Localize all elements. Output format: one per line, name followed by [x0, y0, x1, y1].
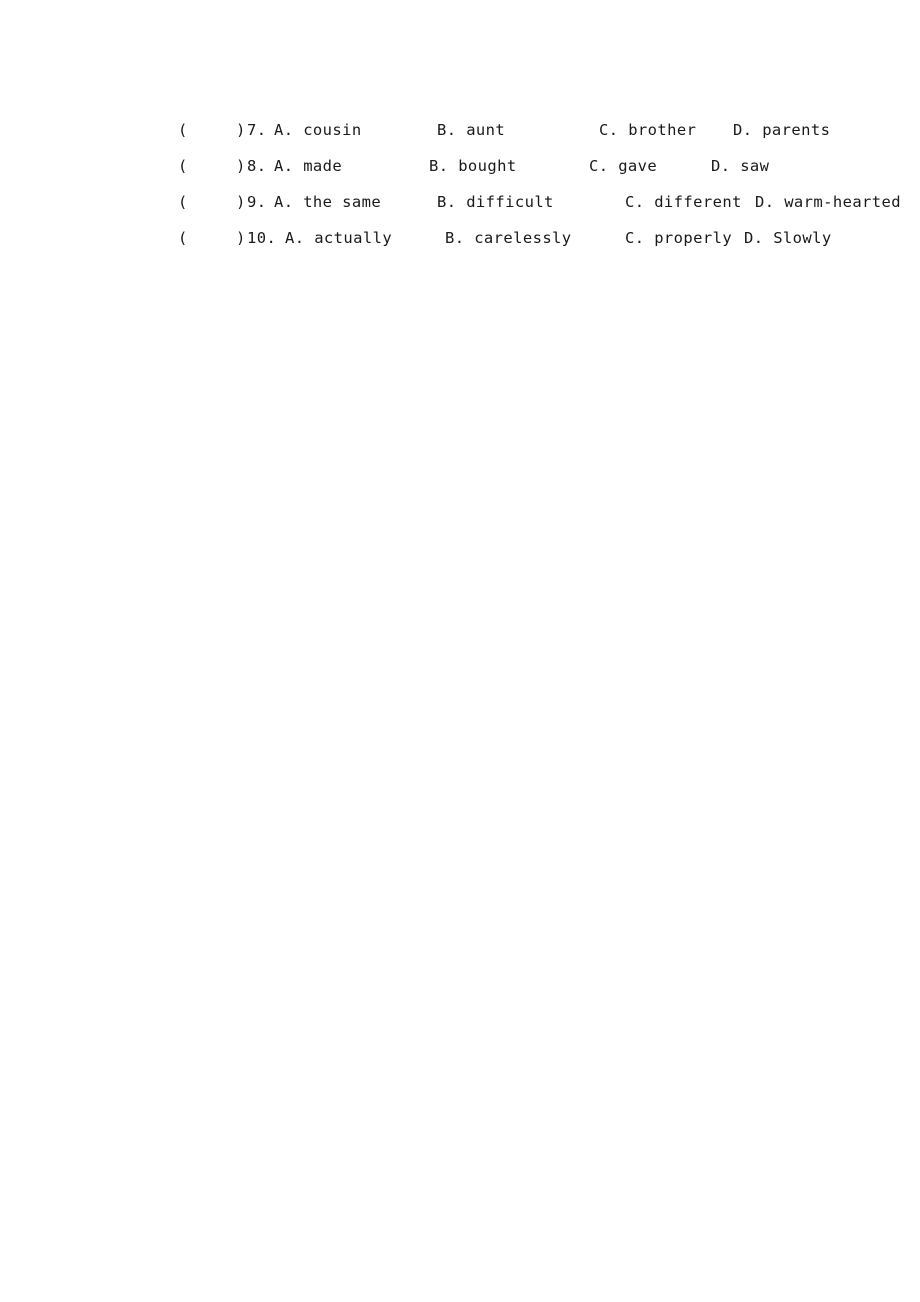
option-c[interactable]: C. brother: [599, 112, 696, 148]
question-row: ( ) 7. A. cousin B. aunt C. brother D. p…: [0, 112, 920, 148]
question-number: 7.: [247, 121, 267, 139]
option-c[interactable]: C. properly: [625, 220, 732, 256]
option-d[interactable]: D. parents: [733, 112, 830, 148]
option-a[interactable]: A. the same: [274, 184, 381, 220]
option-b[interactable]: B. aunt: [437, 112, 505, 148]
answer-blank-paren-open: (: [178, 157, 188, 175]
document-page: ( ) 7. A. cousin B. aunt C. brother D. p…: [0, 0, 920, 1302]
option-b[interactable]: B. carelessly: [445, 220, 572, 256]
answer-blank-paren-close: ): [236, 229, 246, 247]
question-number: 9.: [247, 193, 267, 211]
question-row: ( ) 8. A. made B. bought C. gave D. saw: [0, 148, 920, 184]
option-a[interactable]: A. made: [274, 148, 342, 184]
answer-blank-paren-open: (: [178, 121, 188, 139]
option-d[interactable]: D. warm-hearted: [755, 184, 901, 220]
option-b[interactable]: B. difficult: [437, 184, 554, 220]
answer-blank-paren-open: (: [178, 229, 188, 247]
option-a[interactable]: A. actually: [285, 220, 392, 256]
question-number: 8.: [247, 157, 267, 175]
question-row: ( ) 10. A. actually B. carelessly C. pro…: [0, 220, 920, 256]
question-number: 10.: [247, 229, 277, 247]
answer-blank-paren-close: ): [236, 193, 246, 211]
option-b[interactable]: B. bought: [429, 148, 517, 184]
answer-blank-paren-open: (: [178, 193, 188, 211]
option-a[interactable]: A. cousin: [274, 112, 362, 148]
option-d[interactable]: D. saw: [711, 148, 769, 184]
option-c[interactable]: C. different: [625, 184, 742, 220]
answer-blank-paren-close: ): [236, 157, 246, 175]
question-row: ( ) 9. A. the same B. difficult C. diffe…: [0, 184, 920, 220]
answer-blank-paren-close: ): [236, 121, 246, 139]
option-d[interactable]: D. Slowly: [744, 220, 832, 256]
option-c[interactable]: C. gave: [589, 148, 657, 184]
